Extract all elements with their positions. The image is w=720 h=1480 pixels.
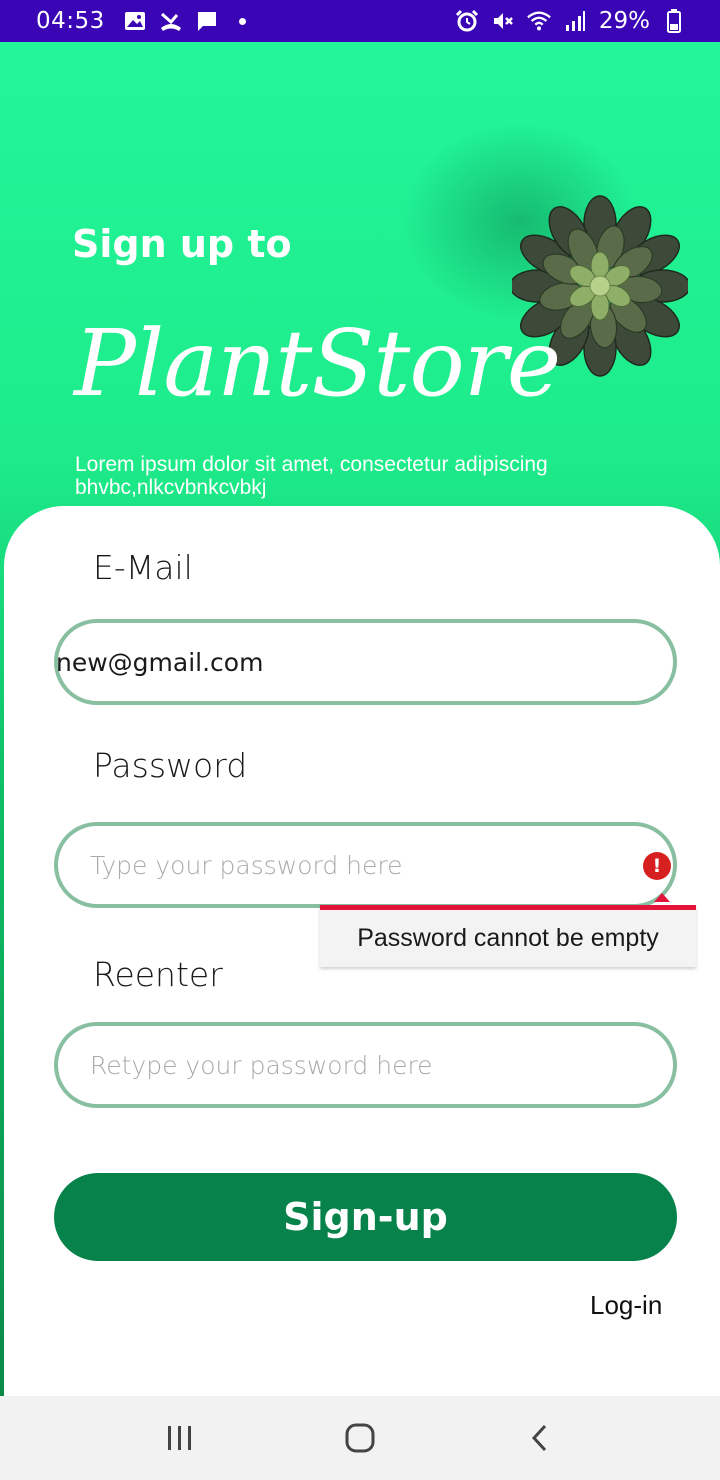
reenter-label: Reenter xyxy=(93,955,223,994)
status-left: 04:53 xyxy=(36,8,255,34)
status-time: 04:53 xyxy=(36,8,105,34)
login-link[interactable]: Log-in xyxy=(590,1290,662,1321)
email-value: new@gmail.com xyxy=(56,647,264,677)
chat-icon xyxy=(195,9,219,33)
password-placeholder: Type your password here xyxy=(90,850,403,880)
password-field[interactable]: Type your password here ! xyxy=(54,822,677,908)
battery-icon xyxy=(662,9,686,33)
email-field[interactable]: new@gmail.com xyxy=(54,619,677,705)
mute-icon xyxy=(491,9,515,33)
wifi-icon xyxy=(527,9,551,33)
hero-subtitle: Sign up to xyxy=(72,222,292,266)
signup-button[interactable]: Sign-up xyxy=(54,1173,677,1261)
dot-icon xyxy=(231,9,255,33)
back-icon[interactable] xyxy=(510,1408,570,1468)
hero-description: Lorem ipsum dolor sit amet, consectetur … xyxy=(75,453,548,499)
recents-icon[interactable] xyxy=(150,1408,210,1468)
reenter-password-field[interactable]: Retype your password here xyxy=(54,1022,677,1108)
error-icon: ! xyxy=(643,852,671,880)
email-label: E-Mail xyxy=(93,548,193,587)
app-title: PlantStore xyxy=(74,310,561,417)
status-right: 29% xyxy=(455,8,686,34)
password-label: Password xyxy=(93,746,248,785)
navigation-bar xyxy=(0,1396,720,1480)
password-error-tooltip: Password cannot be empty xyxy=(320,905,696,967)
image-icon xyxy=(123,9,147,33)
alarm-icon xyxy=(455,9,479,33)
signal-icon xyxy=(563,9,587,33)
error-popup-pointer xyxy=(654,893,670,902)
battery-percent: 29% xyxy=(598,8,650,34)
status-bar: 04:53 29% xyxy=(0,0,720,42)
reenter-placeholder: Retype your password here xyxy=(90,1050,433,1080)
home-icon[interactable] xyxy=(330,1408,390,1468)
missed-call-icon xyxy=(159,9,183,33)
